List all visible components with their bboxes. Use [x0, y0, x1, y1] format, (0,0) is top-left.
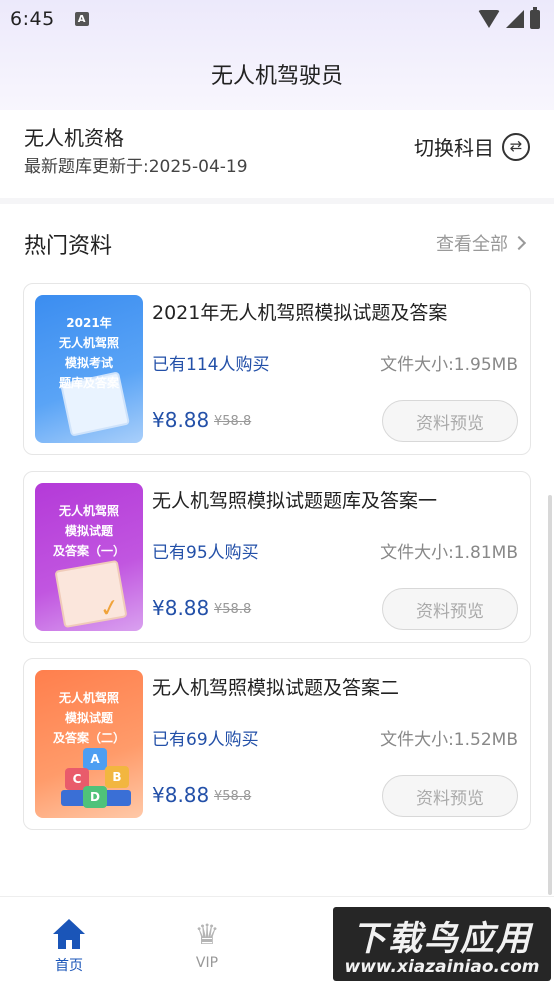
material-title: 无人机驾照模拟试题题库及答案一	[152, 490, 438, 512]
material-cover: 2021年 无人机驾照 模拟考试 题库及答案	[35, 295, 143, 443]
watermark-title: 下载鸟应用	[352, 919, 532, 959]
material-card[interactable]: 无人机驾照 模拟试题 及答案（二） A B C D 无人机驾照模拟试题及答案二 …	[23, 658, 531, 830]
original-price: ¥58.8	[214, 789, 252, 804]
swap-icon: ⇄	[502, 132, 530, 161]
nav-label-vip: VIP	[195, 955, 219, 971]
view-all-link[interactable]: 查看全部	[436, 230, 527, 256]
battery-icon	[530, 6, 540, 29]
letter-block: A	[83, 748, 107, 770]
wifi-icon	[478, 10, 500, 28]
material-card[interactable]: 无人机驾照 模拟试题 及答案（一） 无人机驾照模拟试题题库及答案一 已有95人购…	[23, 471, 531, 643]
letter-block: B	[105, 766, 129, 788]
crown-icon: ♛	[194, 918, 220, 951]
watermark-url: www.xiazainiao.com	[344, 957, 540, 977]
home-icon	[53, 919, 85, 951]
material-cover: 无人机驾照 模拟试题 及答案（二） A B C D	[35, 670, 143, 818]
file-size: 文件大小:1.81MB	[380, 543, 518, 563]
cover-text: 无人机驾照 模拟试题 及答案（二）	[52, 691, 125, 745]
material-cover: 无人机驾照 模拟试题 及答案（一）	[35, 483, 143, 631]
price: ¥8.88	[152, 408, 210, 432]
subject-name: 无人机资格	[24, 126, 124, 150]
subject-update-date: 最新题库更新于:2025-04-19	[24, 157, 248, 177]
switch-subject-label: 切换科目	[414, 136, 494, 160]
preview-button[interactable]: 资料预览	[382, 588, 518, 630]
nav-label-home: 首页	[55, 958, 83, 974]
view-all-label: 查看全部	[436, 234, 508, 255]
cover-text: 2021年 无人机驾照 模拟考试 题库及答案	[58, 316, 119, 390]
status-bar: 6:45 A	[0, 0, 554, 38]
original-price: ¥58.8	[214, 602, 252, 617]
buyer-count: 已有95人购买	[152, 543, 259, 563]
status-icons	[478, 6, 540, 29]
section-title: 热门资料	[24, 234, 113, 259]
scrollbar[interactable]	[548, 495, 552, 895]
file-size: 文件大小:1.95MB	[380, 355, 518, 375]
material-title: 2021年无人机驾照模拟试题及答案	[152, 302, 448, 324]
file-size: 文件大小:1.52MB	[380, 730, 518, 750]
cover-text: 无人机驾照 模拟试题 及答案（一）	[52, 504, 125, 558]
buyer-count: 已有114人购买	[152, 355, 270, 375]
buyer-count: 已有69人购买	[152, 730, 259, 750]
price: ¥8.88	[152, 783, 210, 807]
section-divider	[0, 198, 554, 204]
subject-card: 无人机资格 最新题库更新于:2025-04-19 切换科目 ⇄	[0, 110, 554, 198]
nav-item-home[interactable]: 首页	[24, 897, 114, 984]
original-price: ¥58.8	[214, 414, 252, 429]
notepad-illustration	[54, 559, 128, 629]
material-card[interactable]: 2021年 无人机驾照 模拟考试 题库及答案 2021年无人机驾照模拟试题及答案…	[23, 283, 531, 455]
letter-block: D	[83, 786, 107, 808]
page-title: 无人机驾驶员	[210, 64, 343, 89]
nav-item-vip[interactable]: ♛ VIP	[162, 897, 252, 984]
preview-button[interactable]: 资料预览	[382, 400, 518, 442]
chevron-right-icon	[511, 235, 527, 251]
signal-icon	[506, 10, 524, 28]
material-title: 无人机驾照模拟试题及答案二	[152, 677, 400, 699]
switch-subject-button[interactable]: 切换科目 ⇄	[414, 132, 530, 161]
notification-icon: A	[74, 12, 89, 26]
status-time: 6:45	[10, 8, 55, 30]
preview-button[interactable]: 资料预览	[382, 775, 518, 817]
watermark-logo: 下载鸟应用 www.xiazainiao.com	[333, 907, 551, 981]
price: ¥8.88	[152, 596, 210, 620]
